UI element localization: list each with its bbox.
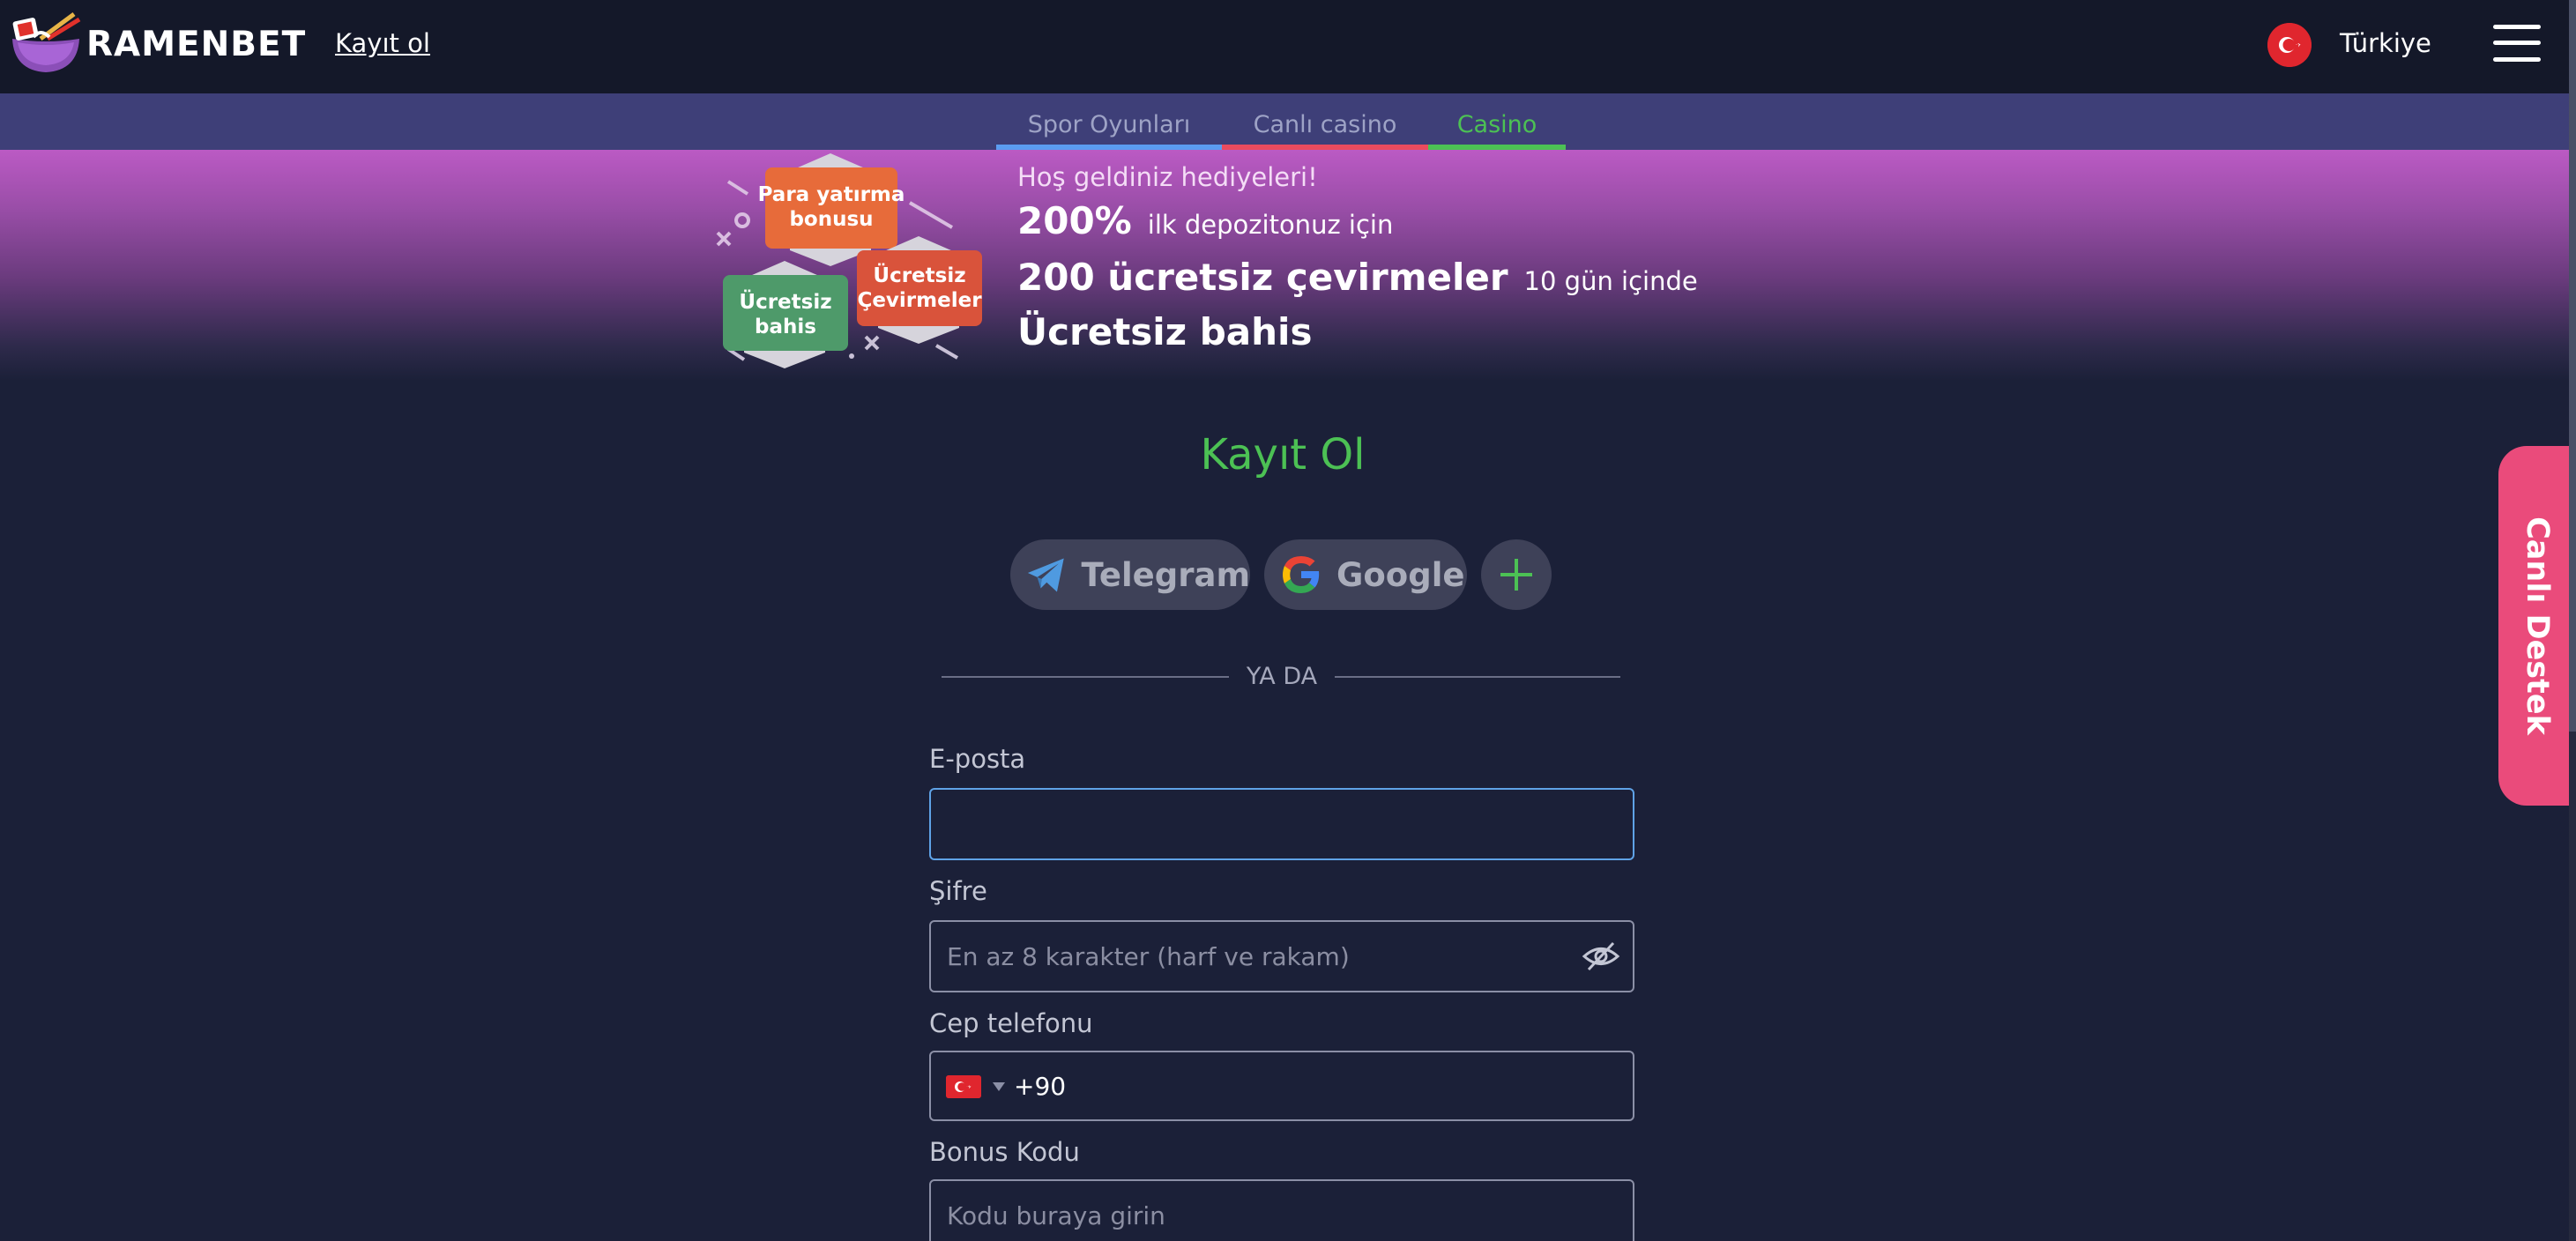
divider-line-right xyxy=(1335,676,1620,678)
phone-label: Cep telefonu xyxy=(929,1008,1093,1038)
email-label: E-posta xyxy=(929,744,1026,774)
turkey-flag-icon[interactable] xyxy=(946,1075,981,1098)
tab-live-casino-label: Canlı casino xyxy=(1253,111,1397,138)
chevron-down-icon[interactable] xyxy=(993,1082,1005,1091)
page-scrollbar-thumb[interactable] xyxy=(2569,0,2576,732)
google-login-label: Google xyxy=(1336,555,1465,594)
promo-spins-title: 200 ücretsiz çevirmeler xyxy=(1017,256,1508,299)
tab-casino-label: Casino xyxy=(1456,111,1537,138)
more-login-options-button[interactable] xyxy=(1481,539,1552,610)
telegram-login-button[interactable]: Telegram xyxy=(1010,539,1250,610)
badge-deposit-text-2: bonusu xyxy=(789,208,873,231)
password-field[interactable] xyxy=(929,920,1634,992)
plus-icon xyxy=(1500,559,1532,591)
bonus-badges-illustration: Para yatırma bonusu Ücretsiz bahis Ücret… xyxy=(716,153,982,368)
top-header: RAMENBET Kayıt ol Türkiye xyxy=(0,0,2576,93)
divider-line-left xyxy=(942,676,1229,678)
promo-welcome-text: Hoş geldiniz hediyeleri! xyxy=(1017,162,1318,192)
tab-sports-label: Spor Oyunları xyxy=(1027,111,1191,138)
eye-slash-icon[interactable] xyxy=(1582,940,1620,973)
promo-free-bet-line: Ücretsiz bahis xyxy=(1017,310,1313,353)
badge-deposit-text: Para yatırma xyxy=(758,183,905,206)
brand-name: RAMENBET xyxy=(86,25,307,64)
tab-casino[interactable]: Casino xyxy=(1428,93,1566,150)
email-field[interactable] xyxy=(929,788,1634,860)
telegram-login-label: Telegram xyxy=(1081,555,1250,594)
google-icon xyxy=(1283,556,1320,593)
badge-free-spins-text: Ücretsiz xyxy=(873,263,965,287)
category-tabs: Spor Oyunları Canlı casino Casino xyxy=(0,93,2576,150)
register-title: Kayıt Ol xyxy=(1200,430,1366,479)
ramen-logo-icon[interactable] xyxy=(9,12,83,76)
google-login-button[interactable]: Google xyxy=(1264,539,1467,610)
bonus-code-field[interactable] xyxy=(929,1179,1634,1241)
password-label: Şifre xyxy=(929,876,987,906)
tab-live-casino[interactable]: Canlı casino xyxy=(1222,93,1428,150)
live-support-button[interactable]: Canlı Destek xyxy=(2498,446,2576,806)
telegram-icon xyxy=(1027,558,1064,592)
promo-deposit-line: 200% ilk depozitonuz için xyxy=(1017,199,1393,242)
promo-spins-line: 200 ücretsiz çevirmeler 10 gün içinde xyxy=(1017,256,1698,299)
bonus-code-label: Bonus Kodu xyxy=(929,1137,1080,1167)
badge-free-bet-text-2: bahis xyxy=(755,316,816,338)
country-selector[interactable]: Türkiye xyxy=(2340,28,2431,58)
promo-deposit-desc: ilk depozitonuz için xyxy=(1147,210,1394,240)
hamburger-menu-icon[interactable] xyxy=(2493,25,2541,62)
promo-spins-desc: 10 gün içinde xyxy=(1523,266,1698,296)
phone-country-code: +90 xyxy=(1014,1072,1067,1101)
turkey-flag-icon[interactable] xyxy=(2267,23,2312,67)
live-support-label: Canlı Destek xyxy=(2520,516,2555,735)
badge-free-bet-text: Ücretsiz xyxy=(739,289,831,314)
register-link[interactable]: Kayıt ol xyxy=(335,28,430,58)
badge-free-spins-text-2: Çevirmeler xyxy=(857,289,982,312)
or-divider-text: YA DA xyxy=(1246,663,1318,690)
promo-deposit-percent: 200% xyxy=(1017,199,1132,242)
tab-sports[interactable]: Spor Oyunları xyxy=(996,93,1222,150)
